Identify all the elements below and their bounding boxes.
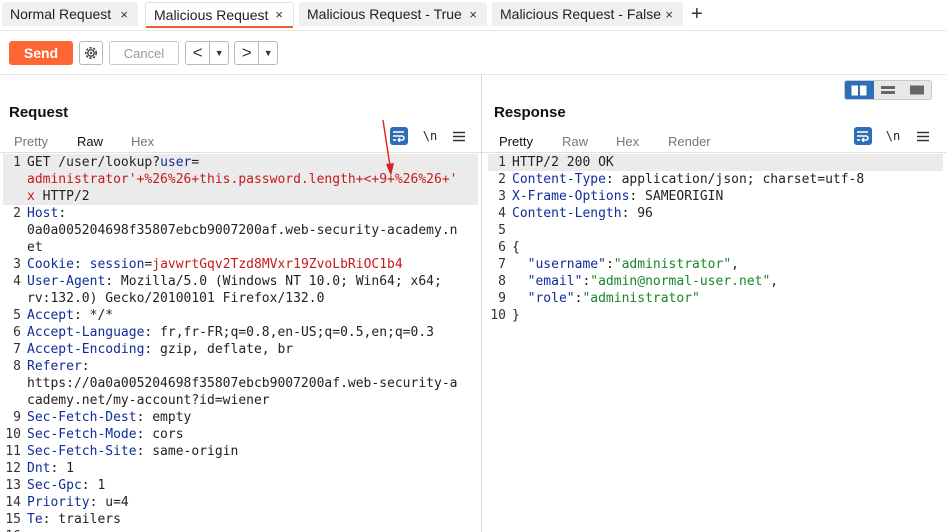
code-token: "username" bbox=[527, 257, 606, 272]
line-text: HTTP/2 200 OK bbox=[512, 154, 614, 171]
code-token: HTTP/2 200 OK bbox=[512, 155, 614, 170]
code-token: "email" bbox=[527, 274, 583, 289]
code-token: : 96 bbox=[621, 206, 653, 221]
menu-icon bbox=[917, 131, 929, 141]
code-token: } bbox=[512, 308, 520, 323]
code-token: "administrator" bbox=[613, 257, 732, 272]
line-number: 3 bbox=[498, 189, 506, 204]
response-title: Response bbox=[494, 104, 566, 121]
code-token: "role" bbox=[527, 291, 575, 306]
code-token: Content-Length bbox=[512, 206, 622, 221]
code-line: 8 "email":"admin@normal-user.net", bbox=[488, 273, 943, 290]
response-tab-pretty[interactable]: Pretty bbox=[489, 131, 547, 156]
code-token: { bbox=[512, 240, 520, 255]
code-token: X-Frame-Options bbox=[512, 189, 630, 204]
line-text: "username":"administrator", bbox=[512, 256, 739, 273]
response-newline-toggle[interactable]: \n bbox=[884, 127, 902, 145]
line-text: } bbox=[512, 307, 520, 324]
line-number: 4 bbox=[498, 206, 506, 221]
line-text: Content-Type: application/json; charset=… bbox=[512, 171, 864, 188]
line-text: Content-Length: 96 bbox=[512, 205, 653, 222]
response-editor[interactable]: 1 HTTP/2 200 OK 2 Content-Type: application… bbox=[488, 154, 943, 532]
line-number: 10 bbox=[490, 308, 506, 323]
response-header-rule bbox=[482, 152, 946, 153]
code-token: : application/json; charset=utf-8 bbox=[605, 172, 865, 187]
line-number: 9 bbox=[498, 291, 506, 306]
wrap-icon bbox=[857, 131, 869, 142]
code-token: , bbox=[731, 257, 739, 272]
line-number: 7 bbox=[498, 257, 506, 272]
line-number: 8 bbox=[498, 274, 506, 289]
response-tab-render[interactable]: Render bbox=[668, 131, 711, 152]
code-line: 2 Content-Type: application/json; charset… bbox=[488, 171, 943, 188]
response-wrap-button[interactable] bbox=[854, 127, 872, 145]
code-line: 9 "role":"administrator" bbox=[488, 290, 943, 307]
code-line: 7 "username":"administrator", bbox=[488, 256, 943, 273]
line-number: 1 bbox=[498, 155, 506, 170]
line-text: "email":"admin@normal-user.net", bbox=[512, 273, 778, 290]
code-line: 1 HTTP/2 200 OK bbox=[488, 154, 943, 171]
line-text: { bbox=[512, 239, 520, 256]
response-tab-hex[interactable]: Hex bbox=[616, 131, 639, 152]
response-tab-raw[interactable]: Raw bbox=[562, 131, 588, 152]
code-token: : bbox=[605, 257, 614, 272]
code-line: 10} bbox=[488, 307, 943, 324]
line-number: 5 bbox=[498, 223, 506, 238]
code-token: : SAMEORIGIN bbox=[629, 189, 724, 204]
code-line: 4 Content-Length: 96 bbox=[488, 205, 943, 222]
code-token: "administrator" bbox=[582, 291, 700, 306]
response-menu-button[interactable] bbox=[914, 127, 932, 145]
line-number: 2 bbox=[498, 172, 506, 187]
line-text: X-Frame-Options: SAMEORIGIN bbox=[512, 188, 723, 205]
line-text: "role":"administrator" bbox=[512, 290, 700, 307]
code-token: "admin@normal-user.net" bbox=[590, 274, 771, 289]
code-line: 3 X-Frame-Options: SAMEORIGIN bbox=[488, 188, 943, 205]
code-token: , bbox=[770, 274, 779, 289]
code-token: Content-Type bbox=[512, 172, 606, 187]
line-number: 6 bbox=[498, 240, 506, 255]
code-line: 6{ bbox=[488, 239, 943, 256]
code-line: 5 bbox=[488, 222, 943, 239]
